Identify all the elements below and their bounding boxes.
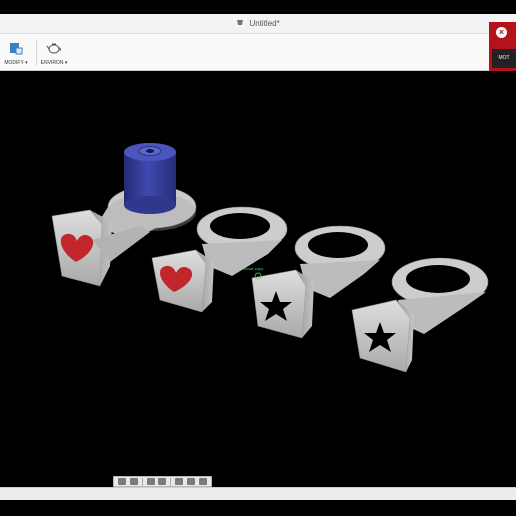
viewports-icon[interactable] bbox=[198, 478, 207, 485]
navbar-divider bbox=[170, 477, 172, 486]
grid-settings-icon[interactable] bbox=[187, 478, 196, 485]
notification-panel[interactable]: × MOT bbox=[489, 22, 516, 74]
screen-bottom-bezel bbox=[0, 500, 516, 516]
fit-icon[interactable] bbox=[158, 478, 167, 485]
toolbar-ribbon: MODIFY ▾ ENVIRON ▾ bbox=[0, 34, 516, 71]
modify-icon bbox=[9, 42, 23, 59]
window-titlebar: Untitled* bbox=[0, 14, 516, 34]
notification-close-icon[interactable]: × bbox=[496, 27, 507, 38]
notification-label: MOT bbox=[492, 49, 516, 68]
3d-viewport[interactable]: move copy bbox=[0, 71, 516, 487]
cursor-hint: move copy bbox=[244, 266, 263, 271]
window-title: Untitled* bbox=[249, 19, 280, 28]
keychain-model-4[interactable] bbox=[351, 257, 489, 373]
ribbon-divider bbox=[36, 40, 37, 66]
modify-label: MODIFY ▾ bbox=[4, 60, 28, 66]
zoom-icon[interactable] bbox=[146, 478, 155, 485]
screen-top-bezel bbox=[0, 0, 516, 14]
orbit-icon[interactable] bbox=[117, 478, 126, 485]
teapot-render-icon bbox=[46, 42, 62, 59]
navigation-bar bbox=[113, 476, 212, 487]
app-logo-icon bbox=[236, 14, 244, 33]
pan-icon[interactable] bbox=[129, 478, 138, 485]
environment-label: ENVIRON ▾ bbox=[40, 60, 68, 66]
modify-button[interactable]: MODIFY ▾ bbox=[0, 38, 32, 68]
environment-button[interactable]: ENVIRON ▾ bbox=[38, 38, 70, 68]
cylinder-part[interactable] bbox=[124, 143, 176, 214]
model-scene: move copy bbox=[51, 143, 489, 373]
status-bar bbox=[0, 487, 516, 501]
display-settings-icon[interactable] bbox=[175, 478, 184, 485]
navbar-divider bbox=[141, 477, 143, 486]
